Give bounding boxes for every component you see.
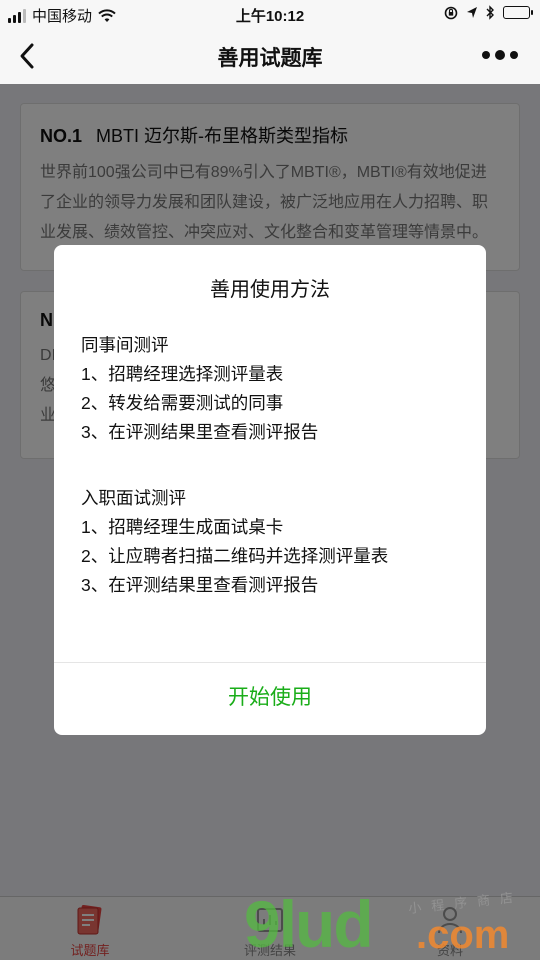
bluetooth-icon	[486, 5, 494, 20]
step-item: 2、转发给需要测试的同事	[81, 393, 284, 413]
step-item: 2、让应聘者扫描二维码并选择测评量表	[81, 546, 389, 566]
more-dots-icon[interactable]	[482, 50, 518, 60]
battery-icon	[503, 6, 533, 19]
status-right	[444, 5, 533, 20]
start-button[interactable]: 开始使用	[54, 663, 486, 735]
step-item: 3、在评测结果里查看测评报告	[81, 422, 319, 442]
nav-bar: 善用试题库	[0, 28, 540, 84]
page-title: 善用试题库	[217, 47, 323, 70]
location-icon	[467, 6, 477, 18]
rotation-lock-icon	[444, 6, 458, 19]
section-heading: 同事间测评	[81, 335, 169, 355]
instruction-section: 入职面试测评 1、招聘经理生成面试桌卡 2、让应聘者扫描二维码并选择测评量表 3…	[81, 484, 471, 600]
instruction-section: 同事间测评 1、招聘经理选择测评量表 2、转发给需要测试的同事 3、在评测结果里…	[81, 331, 471, 447]
dialog-title: 善用使用方法	[210, 279, 330, 301]
usage-dialog: 善用使用方法 同事间测评 1、招聘经理选择测评量表 2、转发给需要测试的同事 3…	[54, 245, 486, 735]
step-item: 1、招聘经理生成面试桌卡	[81, 517, 284, 537]
dialog-body: 同事间测评 1、招聘经理选择测评量表 2、转发给需要测试的同事 3、在评测结果里…	[81, 331, 471, 600]
step-item: 1、招聘经理选择测评量表	[81, 364, 284, 384]
section-heading: 入职面试测评	[81, 488, 186, 508]
step-item: 3、在评测结果里查看测评报告	[81, 575, 319, 595]
status-bar: 中国移动 上午10:12	[0, 0, 540, 28]
